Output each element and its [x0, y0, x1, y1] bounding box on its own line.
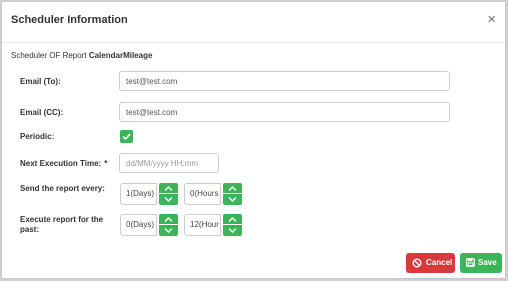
- execute-past-hours-spinner: 12(Hour: [184, 214, 242, 236]
- chevron-down-icon: [228, 228, 237, 233]
- send-every-hours-decrement[interactable]: [223, 194, 242, 205]
- email-cc-label: Email (CC):: [20, 108, 64, 117]
- send-every-days-buttons: [159, 183, 178, 205]
- chevron-up-icon: [228, 186, 237, 191]
- execute-past-days-increment[interactable]: [159, 214, 178, 225]
- subtitle-prefix: Scheduler OF Report: [11, 51, 87, 60]
- execute-past-days-decrement[interactable]: [159, 225, 178, 236]
- periodic-checkbox[interactable]: [120, 130, 133, 143]
- send-every-hours-spinner: 0(Hours: [184, 183, 242, 205]
- periodic-label: Periodic:: [20, 132, 55, 141]
- send-every-label: Send the report every:: [20, 184, 105, 193]
- scheduler-modal: Scheduler Information × Scheduler OF Rep…: [1, 1, 506, 279]
- execute-past-days-buttons: [159, 214, 178, 236]
- next-execution-label-text: Next Execution Time:: [20, 159, 102, 168]
- modal-header: Scheduler Information ×: [2, 2, 505, 43]
- next-execution-label: Next Execution Time: *: [20, 159, 107, 169]
- send-every-days-spinner: 1(Days): [120, 183, 178, 205]
- save-button[interactable]: Save: [460, 253, 502, 273]
- report-subtitle: Scheduler OF Report CalendarMileage: [11, 51, 152, 60]
- floppy-disk-icon: [466, 258, 475, 267]
- cancel-button[interactable]: Cancel: [406, 253, 455, 273]
- required-mark: *: [104, 159, 108, 168]
- email-cc-field[interactable]: [119, 102, 450, 122]
- send-every-hours-buttons: [223, 183, 242, 205]
- execute-past-hours-buttons: [223, 214, 242, 236]
- chevron-up-icon: [164, 186, 173, 191]
- send-every-hours-increment[interactable]: [223, 183, 242, 194]
- execute-past-hours-decrement[interactable]: [223, 225, 242, 236]
- cancel-label: Cancel: [426, 258, 453, 267]
- email-to-field[interactable]: [119, 71, 450, 91]
- check-icon: [122, 133, 131, 141]
- email-to-label: Email (To):: [20, 77, 61, 86]
- send-every-days-value[interactable]: 1(Days): [120, 183, 157, 205]
- chevron-up-icon: [228, 217, 237, 222]
- execute-past-label-line2: past:: [20, 225, 40, 234]
- execute-past-hours-increment[interactable]: [223, 214, 242, 225]
- close-icon[interactable]: ×: [487, 12, 496, 27]
- execute-past-label-line1: Execute report for the: [20, 215, 104, 224]
- execute-past-hours-value[interactable]: 12(Hour: [184, 214, 221, 236]
- execute-past-days-value[interactable]: 0(Days): [120, 214, 157, 236]
- next-execution-input[interactable]: [119, 153, 219, 173]
- send-every-days-decrement[interactable]: [159, 194, 178, 205]
- send-every-days-increment[interactable]: [159, 183, 178, 194]
- chevron-down-icon: [228, 197, 237, 202]
- modal-title: Scheduler Information: [11, 14, 128, 26]
- send-every-hours-value[interactable]: 0(Hours: [184, 183, 221, 205]
- chevron-down-icon: [164, 197, 173, 202]
- execute-past-days-spinner: 0(Days): [120, 214, 178, 236]
- chevron-down-icon: [164, 228, 173, 233]
- save-label: Save: [478, 258, 497, 267]
- report-name: CalendarMileage: [88, 51, 153, 60]
- execute-past-label: Execute report for the past:: [20, 215, 103, 235]
- chevron-up-icon: [164, 217, 173, 222]
- ban-icon: [412, 258, 422, 268]
